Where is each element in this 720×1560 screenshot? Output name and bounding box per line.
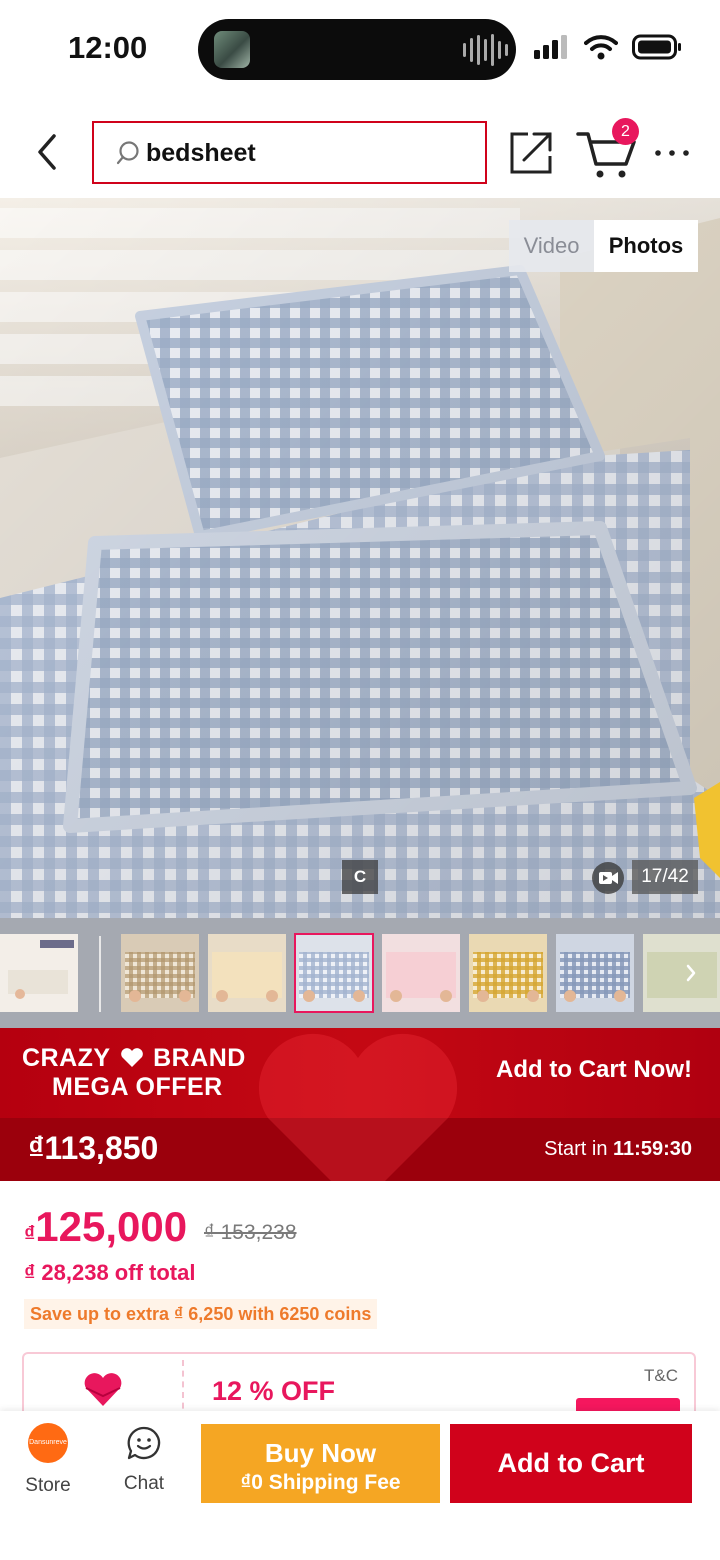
thumbnail-item[interactable] bbox=[121, 934, 199, 1012]
promo-title: CRAZY BRAND MEGA OFFER bbox=[22, 1044, 246, 1101]
voucher-terms-link[interactable]: T&C bbox=[644, 1366, 678, 1386]
thumbnail-strip bbox=[0, 918, 720, 1028]
price-value: 125,000 bbox=[35, 1203, 188, 1250]
tab-photos[interactable]: Photos bbox=[594, 220, 698, 272]
search-input[interactable]: bedsheet bbox=[92, 121, 487, 184]
voucher-heart-icon bbox=[84, 1373, 122, 1406]
variant-tag: C bbox=[342, 860, 378, 894]
now-playing-artwork bbox=[214, 31, 250, 68]
cart-count-badge: 2 bbox=[612, 118, 639, 145]
more-options-icon[interactable] bbox=[652, 138, 692, 168]
buy-now-shipping: ₫0 Shipping Fee bbox=[240, 1471, 401, 1494]
system-icons bbox=[534, 34, 682, 60]
promo-countdown: Start in 11:59:30 bbox=[544, 1138, 692, 1160]
thumbnail-item[interactable] bbox=[0, 934, 78, 1012]
voucher-label: 12 % OFF bbox=[212, 1376, 336, 1406]
product-photo bbox=[0, 198, 720, 918]
price-section: ₫125,000 ₫ 153,238 ₫ 28,238 off total Sa… bbox=[0, 1181, 720, 1432]
search-query-text: bedsheet bbox=[146, 139, 256, 167]
store-button[interactable]: Dansunreve Store bbox=[12, 1423, 84, 1503]
thumbnail-item[interactable] bbox=[208, 934, 286, 1012]
battery-icon bbox=[632, 34, 681, 60]
heart-decoration-icon bbox=[258, 1033, 458, 1181]
thumbnail-item[interactable] bbox=[556, 934, 634, 1012]
tab-video[interactable]: Video bbox=[509, 220, 594, 272]
thumbnail-item[interactable] bbox=[382, 934, 460, 1012]
wifi-icon bbox=[584, 35, 618, 60]
back-arrow-icon[interactable] bbox=[30, 130, 66, 174]
promo-cta[interactable]: Add to Cart Now! bbox=[496, 1056, 692, 1084]
thumbnail-divider bbox=[99, 936, 101, 1012]
audio-waveform-icon bbox=[463, 34, 508, 66]
search-icon bbox=[116, 141, 139, 165]
chat-label: Chat bbox=[123, 1473, 165, 1494]
chat-button[interactable]: Chat bbox=[108, 1425, 180, 1505]
store-label: Store bbox=[25, 1475, 71, 1496]
coins-note[interactable]: Save up to extra ₫ 6,250 with 6250 coins bbox=[24, 1299, 378, 1329]
add-to-cart-button[interactable]: Add to Cart bbox=[450, 1424, 692, 1503]
currency-symbol: ₫ bbox=[24, 1221, 36, 1246]
status-time: 12:00 bbox=[68, 30, 148, 65]
chat-icon bbox=[127, 1426, 161, 1460]
heart-icon bbox=[120, 1048, 143, 1067]
product-image-gallery[interactable]: Video Photos C 17/42 bbox=[0, 198, 720, 918]
search-header: bedsheet 2 bbox=[0, 100, 720, 198]
image-counter: 17/42 bbox=[632, 860, 698, 894]
video-camera-icon[interactable] bbox=[592, 862, 624, 894]
cellular-signal-icon bbox=[534, 35, 567, 59]
promo-price: ₫113,850 bbox=[28, 1130, 159, 1166]
original-price: ₫ 153,238 bbox=[204, 1221, 297, 1244]
dynamic-island bbox=[198, 19, 516, 80]
discount-total: ₫ 28,238 off total bbox=[24, 1260, 196, 1285]
media-toggle: Video Photos bbox=[509, 220, 698, 272]
thumbnail-item-selected[interactable] bbox=[294, 933, 374, 1013]
store-logo: Dansunreve bbox=[28, 1423, 68, 1463]
chevron-right-icon[interactable] bbox=[680, 956, 702, 990]
share-icon[interactable] bbox=[508, 128, 554, 176]
buy-now-button[interactable]: Buy Now ₫0 Shipping Fee bbox=[201, 1424, 440, 1503]
bottom-action-bar: Dansunreve Store Chat Buy Now ₫0 Shippin… bbox=[0, 1411, 720, 1560]
current-price: ₫125,000 bbox=[24, 1203, 187, 1251]
buy-now-label: Buy Now bbox=[264, 1438, 377, 1468]
thumbnail-item[interactable] bbox=[469, 934, 547, 1012]
status-bar: 12:00 bbox=[0, 0, 720, 100]
flash-sale-banner[interactable]: CRAZY BRAND MEGA OFFER Add to Cart Now! … bbox=[0, 1028, 720, 1181]
